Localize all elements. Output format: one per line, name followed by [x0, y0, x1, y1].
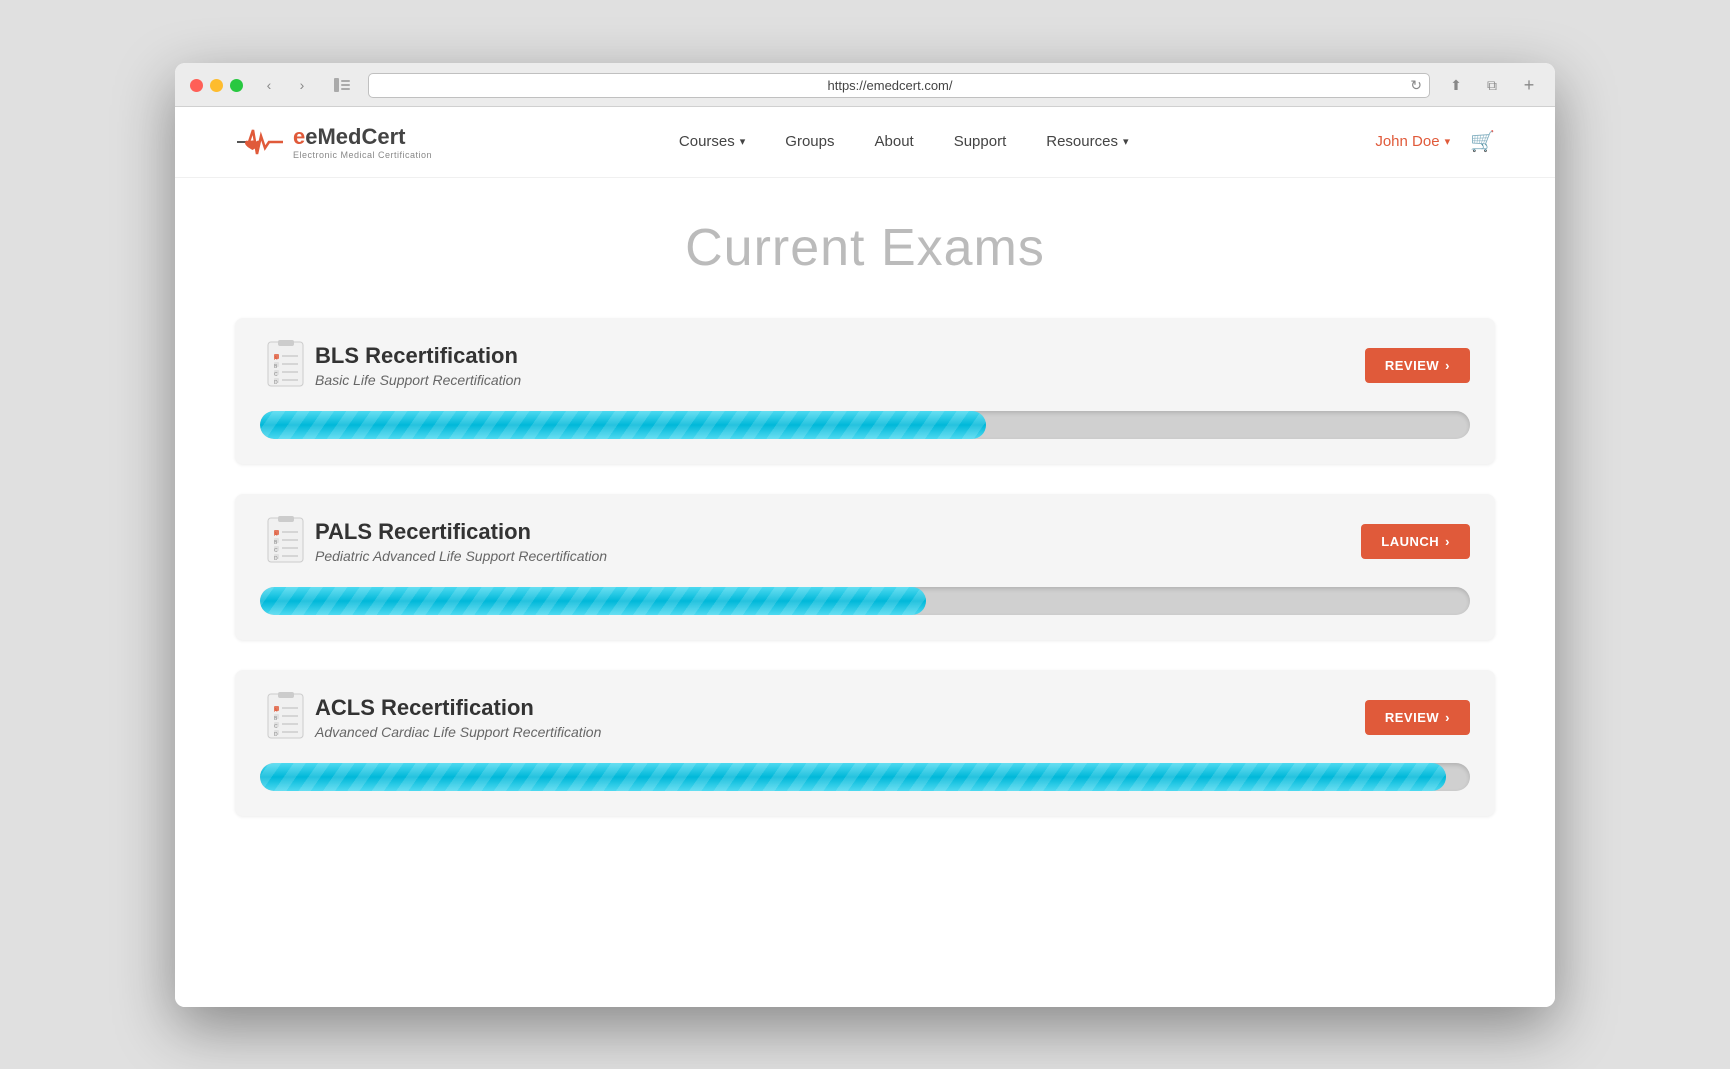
browser-chrome: ‹ › ↻ ⬆ ⧉ +: [175, 63, 1555, 107]
forward-button[interactable]: ›: [288, 74, 316, 96]
website-content: eeMedCert Electronic Medical Certificati…: [175, 107, 1555, 1007]
arrow-icon: ›: [1445, 534, 1450, 549]
exam-icon-bls: A B C D: [260, 338, 315, 393]
arrow-icon: ›: [1445, 710, 1450, 725]
exam-header-acls: A B C D ACLS Recertification: [260, 690, 1470, 745]
new-tab-button[interactable]: +: [1518, 74, 1540, 96]
nav-groups[interactable]: Groups: [785, 133, 834, 150]
svg-text:C: C: [274, 724, 278, 730]
exam-info-bls: BLS Recertification Basic Life Support R…: [315, 343, 1365, 388]
logo-text: eeMedCert Electronic Medical Certificati…: [293, 124, 432, 160]
review-button-acls[interactable]: REVIEW ›: [1365, 700, 1470, 735]
svg-text:D: D: [274, 380, 278, 386]
exam-card-acls: A B C D ACLS Recertification: [235, 670, 1495, 816]
exam-title-bls: BLS Recertification: [315, 343, 1365, 369]
page-title: Current Exams: [235, 218, 1495, 278]
progress-bar-fill-bls: [260, 411, 986, 439]
logo-tagline: Electronic Medical Certification: [293, 150, 432, 160]
exam-info-pals: PALS Recertification Pediatric Advanced …: [315, 519, 1361, 564]
nav-support[interactable]: Support: [954, 133, 1007, 150]
svg-text:D: D: [274, 732, 278, 738]
address-bar[interactable]: [368, 73, 1430, 98]
browser-actions: ⬆ ⧉: [1442, 74, 1506, 96]
progress-bar-container-pals: [260, 587, 1470, 615]
share-button[interactable]: ⬆: [1442, 74, 1470, 96]
exam-icon-acls: A B C D: [260, 690, 315, 745]
reload-button[interactable]: ↻: [1410, 77, 1422, 94]
svg-text:C: C: [274, 372, 278, 378]
nav-about[interactable]: About: [875, 133, 914, 150]
svg-text:C: C: [274, 548, 278, 554]
site-header: eeMedCert Electronic Medical Certificati…: [175, 107, 1555, 178]
exam-title-acls: ACLS Recertification: [315, 695, 1365, 721]
exam-subtitle-acls: Advanced Cardiac Life Support Recertific…: [315, 724, 1365, 740]
exam-title-pals: PALS Recertification: [315, 519, 1361, 545]
exam-header-bls: A B C D BLS Recertification: [260, 338, 1470, 393]
nav-courses[interactable]: Courses: [679, 133, 745, 150]
back-button[interactable]: ‹: [255, 74, 283, 96]
browser-nav-buttons: ‹ ›: [255, 74, 316, 96]
exam-subtitle-pals: Pediatric Advanced Life Support Recertif…: [315, 548, 1361, 564]
progress-bar-container-bls: [260, 411, 1470, 439]
cart-icon[interactable]: 🛒: [1470, 129, 1495, 154]
nav-resources[interactable]: Resources: [1046, 133, 1128, 150]
progress-bar-fill-pals: [260, 587, 926, 615]
progress-bar-fill-acls: [260, 763, 1446, 791]
logo-icon: [235, 122, 285, 162]
close-button[interactable]: [190, 79, 203, 92]
exam-subtitle-bls: Basic Life Support Recertification: [315, 372, 1365, 388]
review-button-bls[interactable]: REVIEW ›: [1365, 348, 1470, 383]
traffic-lights: [190, 79, 243, 92]
exam-card-bls: A B C D BLS Recertification: [235, 318, 1495, 464]
fullscreen-button[interactable]: [230, 79, 243, 92]
main-content: Current Exams A B C D: [175, 178, 1555, 906]
exam-card-pals: A B C D PALS Recertification: [235, 494, 1495, 640]
progress-bar-container-acls: [260, 763, 1470, 791]
user-nav: John Doe 🛒: [1375, 129, 1495, 154]
minimize-button[interactable]: [210, 79, 223, 92]
arrow-icon: ›: [1445, 358, 1450, 373]
browser-window: ‹ › ↻ ⬆ ⧉ +: [175, 63, 1555, 1007]
launch-button-pals[interactable]: LAUNCH ›: [1361, 524, 1470, 559]
logo-area[interactable]: eeMedCert Electronic Medical Certificati…: [235, 122, 432, 162]
sidebar-button[interactable]: [328, 74, 356, 96]
add-tab-button[interactable]: ⧉: [1478, 74, 1506, 96]
svg-text:D: D: [274, 556, 278, 562]
logo-name: eeMedCert: [293, 124, 432, 150]
user-name-button[interactable]: John Doe: [1375, 133, 1450, 150]
address-bar-wrap: ↻: [368, 73, 1430, 98]
exam-header-pals: A B C D PALS Recertification: [260, 514, 1470, 569]
main-nav: Courses Groups About Support Resources: [472, 133, 1335, 150]
exam-info-acls: ACLS Recertification Advanced Cardiac Li…: [315, 695, 1365, 740]
exam-icon-pals: A B C D: [260, 514, 315, 569]
